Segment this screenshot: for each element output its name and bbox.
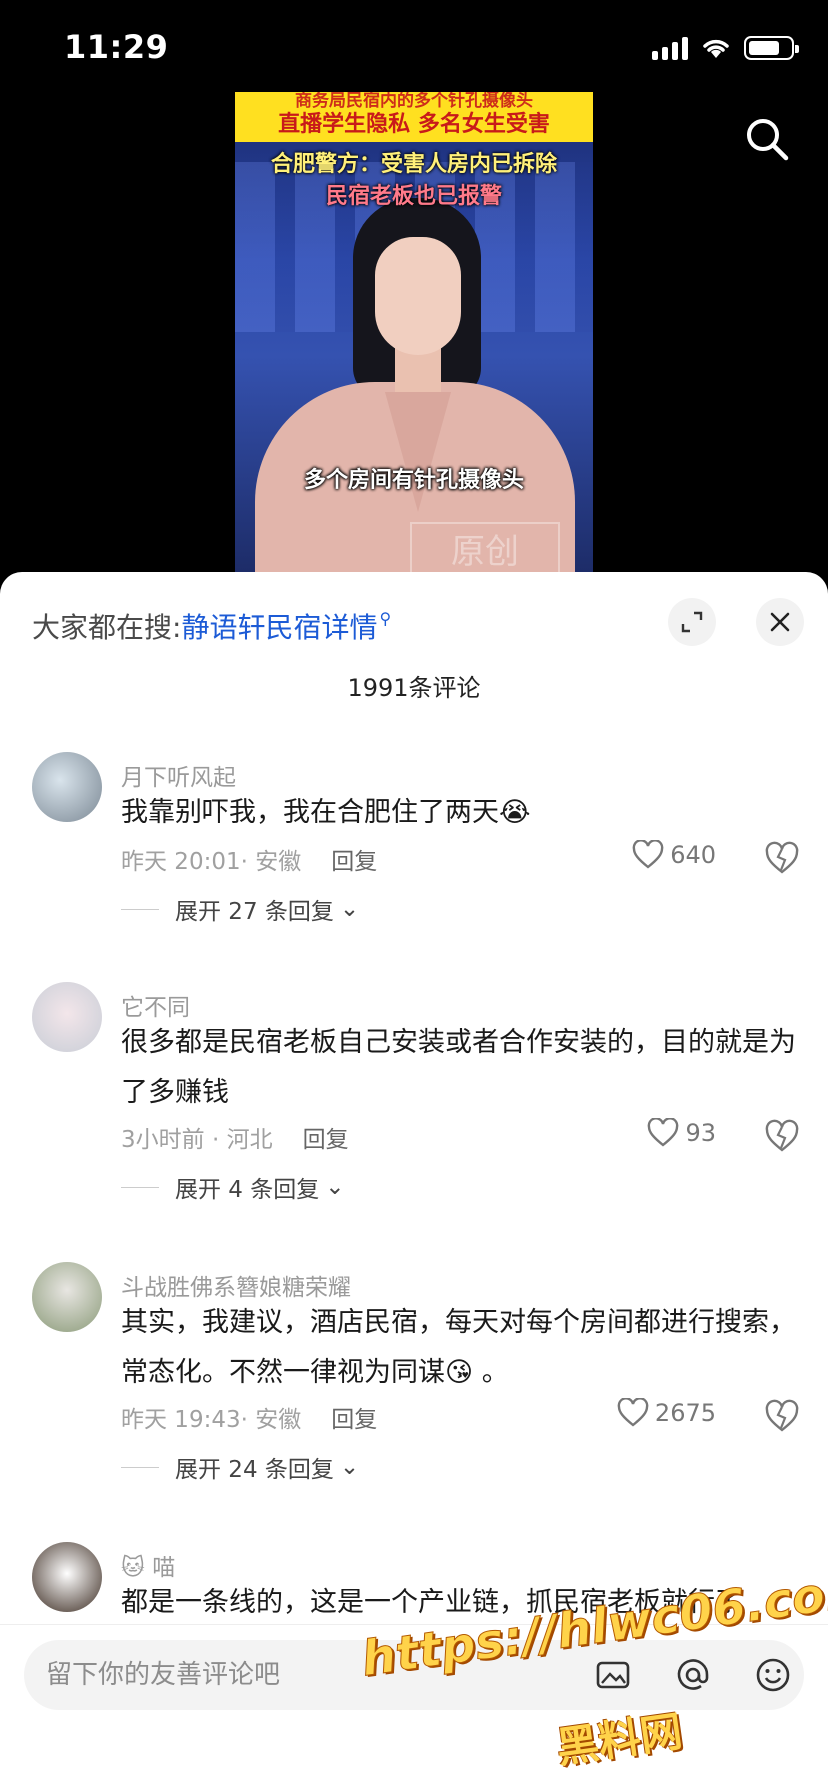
image-icon[interactable] [594,1656,632,1694]
expand-replies[interactable]: 展开 27 条回复 ⌄ [121,892,359,926]
wifi-icon [703,39,729,58]
avatar[interactable] [32,1542,102,1612]
avatar[interactable] [32,1262,102,1332]
clock: 11:29 [64,28,169,66]
comment-time-location: 昨天 19:43· 安徽 [121,1407,302,1433]
close-button[interactable] [756,598,804,646]
comment-meta: 3小时前 · 河北 回复 [121,1120,349,1154]
heart-icon [632,840,664,869]
like-button[interactable]: 93 [647,1118,716,1148]
small-search-icon: ⚲ [379,608,392,628]
reply-button[interactable]: 回复 [331,1407,377,1433]
expand-replies[interactable]: 展开 4 条回复 ⌄ [121,1170,345,1204]
comment-username[interactable]: 斗战胜佛系簪娘糖荣耀 [121,1268,351,1302]
reply-button[interactable]: 回复 [303,1127,349,1153]
like-button[interactable]: 2675 [617,1398,716,1428]
comment-username[interactable]: 月下听风起 [121,758,236,792]
video-caption-2: 民宿老板也已报警 [325,184,502,209]
heart-icon [648,1118,679,1147]
cellular-signal-icon [652,36,688,60]
like-button[interactable]: 640 [632,840,716,870]
broken-heart-icon[interactable] [764,1118,800,1154]
comment-time-location: 3小时前 · 河北 [121,1127,273,1153]
chevron-down-icon: ⌄ [339,1454,360,1480]
comment-username[interactable]: 它不同 [121,988,190,1022]
like-count: 640 [670,841,716,869]
battery-icon [744,36,799,60]
expand-replies-label: 展开 4 条回复 [175,1177,320,1203]
watermark-stamp: 原创 [410,522,560,572]
expand-replies-label: 展开 24 条回复 [175,1457,334,1483]
hot-search-bar[interactable]: 大家都在搜: 静语轩民宿详情 ⚲ [32,606,391,646]
like-count: 93 [685,1119,716,1147]
news-anchor-face [375,237,461,355]
comment-time-location: 昨天 20:01· 安徽 [121,849,302,875]
video-subtitle: 多个房间有针孔摄像头 [303,468,524,493]
status-icons [652,36,799,60]
avatar[interactable] [32,752,102,822]
chevron-down-icon: ⌄ [339,896,360,922]
expand-icon [681,611,703,633]
video-caption-1: 合肥警方：受害人房内已拆除 [270,152,557,177]
comment-count-title: 1991条评论 [347,674,481,702]
reply-button[interactable]: 回复 [331,849,377,875]
expand-replies[interactable]: 展开 24 条回复 ⌄ [121,1450,359,1484]
expand-button[interactable] [668,598,716,646]
comment-username[interactable]: 🐱 喵 [121,1548,175,1582]
avatar[interactable] [32,982,102,1052]
search-icon[interactable] [744,116,790,162]
video-player[interactable]: 商务局民宿内的多个针孔摄像头 直播学生隐私 多名女生受害 合肥警方：受害人房内已… [235,92,593,572]
comment-text: 其实，我建议，酒店民宿，每天对每个房间都进行搜索，常态化。不然一律视为同谋😘 。 [121,1307,796,1388]
comment-meta: 昨天 19:43· 安徽 回复 [121,1400,377,1434]
close-icon [770,612,790,632]
at-mention-icon[interactable] [674,1656,712,1694]
broken-heart-icon[interactable] [764,840,800,876]
comment-meta: 昨天 20:01· 安徽 回复 [121,842,377,876]
comment-text: 我靠别吓我，我在合肥住了两天😭 [121,797,531,828]
chevron-down-icon: ⌄ [325,1174,345,1200]
headline-sub-text: 直播学生隐私 多名女生受害 [278,112,550,137]
expand-replies-label: 展开 27 条回复 [175,899,334,925]
emoji-icon[interactable] [754,1656,792,1694]
hot-search-keyword[interactable]: 静语轩民宿详情 [181,606,377,646]
hot-search-prefix: 大家都在搜: [32,611,182,644]
like-count: 2675 [654,1399,716,1427]
comment-text: 很多都是民宿老板自己安装或者合作安装的，目的就是为了多赚钱 [121,1027,796,1108]
broken-heart-icon[interactable] [764,1398,800,1434]
heart-icon [617,1398,649,1427]
status-bar: 11:29 [0,0,828,100]
